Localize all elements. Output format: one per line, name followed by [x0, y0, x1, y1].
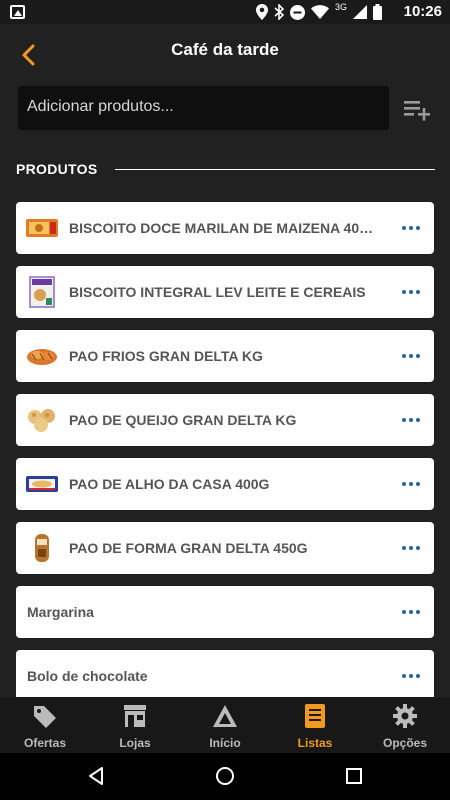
battery-icon: [373, 4, 382, 20]
more-options-icon[interactable]: [402, 610, 420, 614]
list-icon: [305, 704, 325, 728]
tab-ofertas[interactable]: Ofertas: [0, 697, 90, 753]
product-thumbnail: [26, 340, 58, 372]
playlist-add-icon[interactable]: [402, 98, 432, 122]
add-product-placeholder: Adicionar produtos...: [27, 98, 174, 115]
store-icon: [124, 705, 146, 727]
header: Café da tarde: [0, 24, 450, 80]
image-notification-icon: [10, 5, 25, 19]
product-name: BISCOITO INTEGRAL LEV LEITE E CEREAIS: [69, 284, 366, 300]
add-product-input[interactable]: Adicionar produtos...: [18, 86, 389, 130]
home-triangle-icon: [213, 705, 237, 727]
tab-label: Opções: [382, 736, 427, 750]
tab-opcoes[interactable]: Opções: [360, 697, 450, 753]
more-options-icon[interactable]: [402, 290, 420, 294]
list-item[interactable]: Margarina: [16, 586, 434, 638]
product-thumbnail: [26, 276, 58, 308]
product-thumbnail: [26, 404, 58, 436]
product-name: Margarina: [27, 604, 94, 620]
network-type: 3G: [334, 2, 347, 12]
tab-listas[interactable]: Listas: [270, 697, 360, 753]
product-name: PAO DE QUEIJO GRAN DELTA KG: [69, 412, 297, 428]
list-item[interactable]: PAO DE ALHO DA CASA 400G: [16, 458, 434, 510]
tab-inicio[interactable]: Início: [180, 697, 270, 753]
home-nav-icon[interactable]: [215, 766, 235, 786]
bottom-navigation: Ofertas Lojas Início Listas Opções: [0, 697, 450, 753]
more-options-icon[interactable]: [402, 354, 420, 358]
more-options-icon[interactable]: [402, 418, 420, 422]
product-name: PAO DE ALHO DA CASA 400G: [69, 476, 270, 492]
more-options-icon[interactable]: [402, 674, 420, 678]
more-options-icon[interactable]: [402, 546, 420, 550]
page-title: Café da tarde: [171, 40, 279, 59]
list-item[interactable]: Bolo de chocolate: [16, 650, 434, 702]
product-name: PAO FRIOS GRAN DELTA KG: [69, 348, 263, 364]
more-options-icon[interactable]: [402, 482, 420, 486]
list-item[interactable]: PAO FRIOS GRAN DELTA KG: [16, 330, 434, 382]
list-item[interactable]: PAO DE QUEIJO GRAN DELTA KG: [16, 394, 434, 446]
system-navigation-bar: [0, 753, 450, 800]
bluetooth-icon: [274, 4, 284, 20]
clock: 10:26: [403, 3, 442, 20]
tab-label: Ofertas: [23, 736, 67, 750]
signal-icon: [353, 5, 367, 19]
status-icons: 3G: [255, 2, 382, 21]
tag-icon: [34, 706, 56, 728]
product-name: Bolo de chocolate: [27, 668, 148, 684]
section-divider: [115, 169, 435, 170]
more-options-icon[interactable]: [402, 226, 420, 230]
product-list: BISCOITO DOCE MARILAN DE MAIZENA 400G BI…: [16, 202, 434, 714]
gear-icon: [393, 704, 417, 728]
do-not-disturb-icon: [289, 4, 305, 20]
product-thumbnail: [26, 532, 58, 564]
tab-label: Listas: [297, 736, 333, 750]
tab-label: Início: [209, 736, 241, 750]
product-name: PAO DE FORMA GRAN DELTA 450G: [69, 540, 308, 556]
product-thumbnail: [26, 468, 58, 500]
screen: 3G 10:26 Café da tarde Adicionar produto…: [0, 0, 450, 800]
recents-nav-icon[interactable]: [344, 766, 364, 786]
section-title: PRODUTOS: [16, 161, 98, 177]
back-nav-icon[interactable]: [86, 766, 106, 786]
list-item[interactable]: BISCOITO DOCE MARILAN DE MAIZENA 400G: [16, 202, 434, 254]
wifi-icon: [310, 5, 329, 19]
location-icon: [255, 4, 268, 20]
tab-lojas[interactable]: Lojas: [90, 697, 180, 753]
status-bar: 3G 10:26: [0, 0, 450, 24]
list-item[interactable]: BISCOITO INTEGRAL LEV LEITE E CEREAIS: [16, 266, 434, 318]
tab-label: Lojas: [119, 736, 151, 750]
product-thumbnail: [26, 212, 58, 244]
list-item[interactable]: PAO DE FORMA GRAN DELTA 450G: [16, 522, 434, 574]
product-name: BISCOITO DOCE MARILAN DE MAIZENA 400G: [69, 220, 374, 236]
